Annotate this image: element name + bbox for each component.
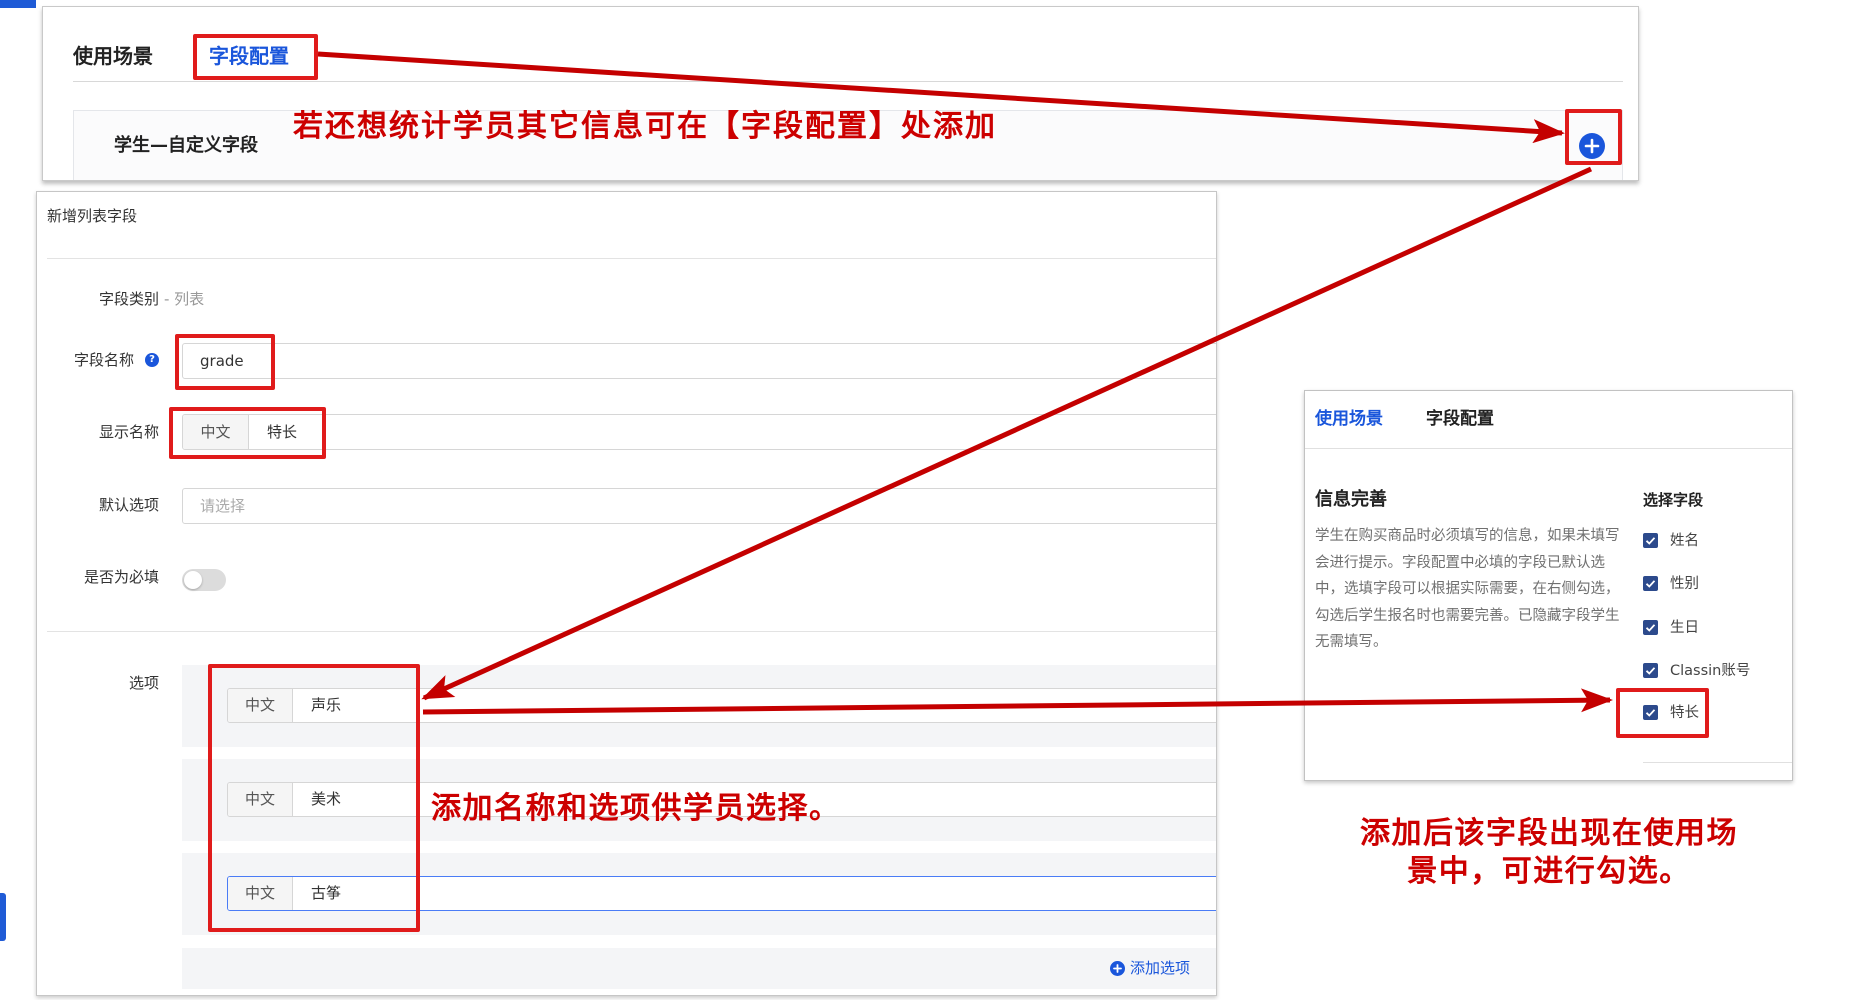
top-settings-panel: 使用场景 字段配置 学生—自定义字段 (42, 6, 1639, 181)
highlight-box-specialty-checkbox (1616, 688, 1709, 738)
tab-field-config[interactable]: 字段配置 (1426, 407, 1494, 431)
help-icon[interactable] (145, 353, 159, 367)
add-option-button[interactable]: 添加选项 (1109, 958, 1190, 978)
annotation-line: 添加后该字段出现在使用场 (1360, 816, 1738, 851)
description-line: 中，选填字段可以根据实际需要，在右侧勾选， (1315, 581, 1620, 597)
display-name-input[interactable]: 中文 特长 (182, 414, 1216, 450)
annotation-line: 景中，可进行勾选。 (1407, 854, 1691, 889)
check-icon (1645, 624, 1656, 632)
add-option-row: 添加选项 (182, 948, 1216, 989)
check-icon (1645, 537, 1656, 545)
tutorial-screenshot: 使用场景 字段配置 学生—自定义字段 新增列表字段 字段类别 - 列表 字段名称… (0, 0, 1868, 1000)
checkbox-label: 姓名 (1670, 533, 1699, 549)
tab-usage-scene[interactable]: 使用场景 (1315, 407, 1383, 431)
description-line: 学生在购买商品时必须填写的信息，如果未填写 (1315, 528, 1620, 544)
add-option-label: 添加选项 (1129, 959, 1190, 977)
edge-accent-bar (0, 893, 6, 941)
tab-divider (73, 81, 1623, 82)
annotation-text-middle: 添加名称和选项供学员选择。 (431, 791, 841, 826)
info-description: 学生在购买商品时必须填写的信息，如果未填写 会进行提示。字段配置中必填的字段已默… (1315, 523, 1620, 656)
default-option-select[interactable]: 请选择 (182, 488, 1216, 524)
checkbox[interactable] (1643, 576, 1658, 591)
tab-usage-scene[interactable]: 使用场景 (73, 43, 153, 69)
check-icon (1645, 667, 1656, 675)
checkbox[interactable] (1643, 663, 1658, 678)
highlight-box-field-config-tab (193, 34, 318, 80)
highlight-box-display-name (169, 407, 326, 459)
field-name-input[interactable]: grade (182, 343, 1216, 379)
highlight-box-add-button (1565, 109, 1622, 165)
highlight-box-options (208, 664, 420, 932)
usage-scene-panel: 使用场景 字段配置 信息完善 选择字段 学生在购买商品时必须填写的信息，如果未填… (1304, 390, 1793, 781)
options-label: 选项 (128, 674, 159, 692)
description-line: 勾选后学生报名时也需要完善。已隐藏字段学生 (1315, 607, 1620, 624)
checkbox-label: 生日 (1670, 620, 1699, 636)
toggle-knob (184, 571, 202, 589)
description-line: 无需填写。 (1315, 634, 1388, 650)
divider (1643, 762, 1792, 763)
checkbox-label: Classin账号 (1670, 663, 1751, 679)
default-option-label: 默认选项 (98, 496, 159, 514)
description-line: 会进行提示。字段配置中必填的字段已默认选 (1315, 554, 1605, 571)
tab-divider (1305, 448, 1792, 449)
divider (47, 631, 1216, 632)
highlight-box-field-name (175, 334, 275, 390)
required-label: 是否为必填 (83, 568, 159, 586)
default-option-placeholder: 请选择 (200, 497, 246, 515)
field-name-label: 字段名称 (73, 351, 134, 369)
divider (47, 258, 1216, 259)
annotation-text-right: 添加后该字段出现在使用场 景中，可进行勾选。 (1349, 815, 1749, 891)
edge-accent-bar (0, 0, 36, 8)
check-icon (1645, 580, 1656, 588)
field-type-value: - 列表 (164, 290, 205, 308)
display-name-label: 显示名称 (98, 423, 159, 441)
required-toggle[interactable] (182, 569, 226, 591)
info-complete-title: 信息完善 (1315, 489, 1387, 510)
annotation-text-top: 若还想统计学员其它信息可在【字段配置】处添加 (293, 109, 997, 144)
checkbox[interactable] (1643, 533, 1658, 548)
checkbox[interactable] (1643, 620, 1658, 635)
custom-field-section-title: 学生—自定义字段 (114, 135, 258, 156)
plus-circle-icon (1109, 961, 1125, 976)
dialog-title: 新增列表字段 (47, 207, 138, 225)
checkbox-label: 性别 (1670, 576, 1699, 592)
field-type-label: 字段类别 (98, 290, 159, 308)
select-fields-label: 选择字段 (1643, 491, 1704, 509)
